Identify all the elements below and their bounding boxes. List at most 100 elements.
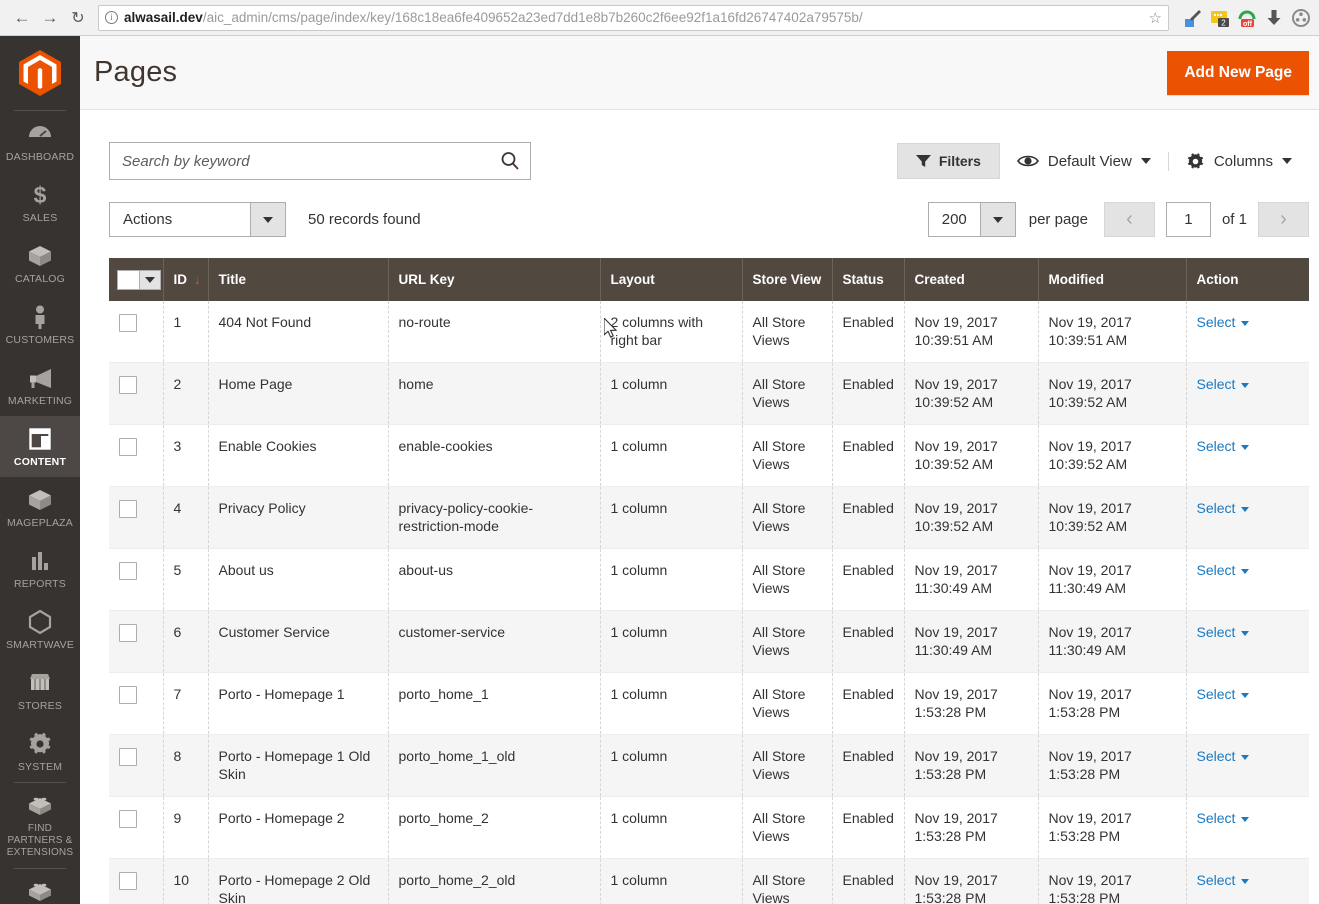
cell-url-key: privacy-policy-cookie-restriction-mode: [388, 486, 601, 549]
table-row[interactable]: 3 Enable Cookies enable-cookies 1 column All…: [109, 424, 1309, 487]
sidebar-item-label: MAGEPLAZA: [7, 517, 73, 529]
row-checkbox[interactable]: [119, 686, 137, 704]
row-checkbox-cell[interactable]: [109, 548, 164, 611]
select-all-checkbox[interactable]: [117, 269, 139, 290]
row-select-action[interactable]: Select: [1197, 810, 1236, 826]
row-checkbox[interactable]: [119, 810, 137, 828]
column-header-modified[interactable]: Modified: [1038, 258, 1187, 301]
actions-dropdown[interactable]: Actions: [109, 202, 286, 237]
sidebar-item-catalog[interactable]: CATALOG: [0, 233, 80, 294]
row-select-action[interactable]: Select: [1197, 376, 1236, 392]
table-row[interactable]: 4 Privacy Policy privacy-policy-cookie-res…: [109, 486, 1309, 549]
sidebar-item-reports[interactable]: REPORTS: [0, 538, 80, 599]
sidebar-item-mageplaza[interactable]: MAGEPLAZA: [0, 477, 80, 538]
chevron-down-icon[interactable]: [979, 203, 1015, 236]
row-select-action[interactable]: Select: [1197, 624, 1236, 640]
table-row[interactable]: 9 Porto - Homepage 2 porto_home_2 1 column A…: [109, 796, 1309, 859]
sidebar-item-content[interactable]: CONTENT: [0, 416, 80, 477]
row-checkbox-cell[interactable]: [109, 424, 164, 487]
site-info-icon[interactable]: i: [105, 11, 118, 24]
sidebar-item-find-partners-extensions[interactable]: FIND PARTNERS & EXTENSIONS: [0, 783, 80, 868]
row-select-action[interactable]: Select: [1197, 438, 1236, 454]
sidebar-item-smartwave[interactable]: SMARTWAVE: [0, 599, 80, 660]
row-checkbox-cell[interactable]: [109, 734, 164, 797]
table-row[interactable]: 7 Porto - Homepage 1 porto_home_1 1 column A…: [109, 672, 1309, 735]
cell-url-key: about-us: [388, 548, 601, 611]
sidebar-item-extension-bottom[interactable]: [0, 869, 80, 904]
columns-dropdown[interactable]: Columns: [1167, 151, 1309, 171]
sidebar-item-label: SMARTWAVE: [5, 639, 75, 651]
row-checkbox-cell[interactable]: [109, 672, 164, 735]
notes-extension-icon[interactable]: 2: [1210, 8, 1230, 28]
default-view-dropdown[interactable]: Default View: [1000, 153, 1168, 170]
row-select-action[interactable]: Select: [1197, 500, 1236, 516]
row-checkbox-cell[interactable]: [109, 362, 164, 425]
select-all-header[interactable]: [109, 258, 164, 301]
cell-layout: 1 column: [600, 734, 743, 797]
row-checkbox[interactable]: [119, 438, 137, 456]
sidebar-item-system[interactable]: SYSTEM: [0, 721, 80, 782]
sidebar-item-marketing[interactable]: MARKETING: [0, 355, 80, 416]
film-reel-extension-icon[interactable]: [1291, 8, 1311, 28]
row-checkbox[interactable]: [119, 624, 137, 642]
row-checkbox[interactable]: [119, 562, 137, 580]
row-checkbox[interactable]: [119, 748, 137, 766]
row-select-action[interactable]: Select: [1197, 686, 1236, 702]
row-checkbox[interactable]: [119, 872, 137, 890]
row-checkbox[interactable]: [119, 314, 137, 332]
row-checkbox[interactable]: [119, 500, 137, 518]
table-row[interactable]: 6 Customer Service customer-service 1 colum…: [109, 610, 1309, 673]
sidebar-item-customers[interactable]: CUSTOMERS: [0, 294, 80, 355]
row-checkbox-cell[interactable]: [109, 796, 164, 859]
back-icon[interactable]: ←: [8, 4, 36, 32]
row-checkbox-cell[interactable]: [109, 858, 164, 904]
address-bar[interactable]: i alwasail.dev/aic_admin/cms/page/index/…: [98, 4, 1169, 31]
column-header-store-view[interactable]: Store View: [742, 258, 833, 301]
column-header-title[interactable]: Title: [208, 258, 389, 301]
adblock-off-extension-icon[interactable]: off: [1237, 8, 1257, 28]
previous-page-button[interactable]: ‹: [1103, 202, 1155, 237]
page-number-input[interactable]: 1: [1165, 202, 1211, 237]
cell-id: 2: [163, 362, 209, 425]
column-header-id[interactable]: ID ↓: [163, 258, 209, 301]
table-row[interactable]: 5 About us about-us 1 column All Store Views…: [109, 548, 1309, 611]
column-header-created[interactable]: Created: [904, 258, 1039, 301]
row-checkbox[interactable]: [119, 376, 137, 394]
table-row[interactable]: 1 404 Not Found no-route 2 columns with rig…: [109, 301, 1309, 363]
brick-icon: [2, 793, 78, 819]
row-select-action[interactable]: Select: [1197, 562, 1236, 578]
row-checkbox-cell[interactable]: [109, 301, 164, 363]
forward-icon[interactable]: →: [36, 4, 64, 32]
row-checkbox-cell[interactable]: [109, 486, 164, 549]
table-row[interactable]: 8 Porto - Homepage 1 Old Skin porto_home_1…: [109, 734, 1309, 797]
row-select-action[interactable]: Select: [1197, 748, 1236, 764]
column-header-status[interactable]: Status: [832, 258, 905, 301]
view-controls: Filters Default View Columns: [896, 143, 1309, 179]
sidebar-item-sales[interactable]: $ SALES: [0, 172, 80, 233]
table-row[interactable]: 10 Porto - Homepage 2 Old Skin porto_home_…: [109, 858, 1309, 904]
row-checkbox-cell[interactable]: [109, 610, 164, 673]
cell-created: Nov 19, 2017 1:53:28 PM: [904, 672, 1039, 735]
search-icon[interactable]: [500, 151, 520, 171]
next-page-button[interactable]: ›: [1258, 202, 1309, 237]
chevron-down-icon[interactable]: [139, 269, 161, 290]
filters-button[interactable]: Filters: [896, 143, 1000, 179]
sidebar-item-stores[interactable]: STORES: [0, 660, 80, 721]
row-select-action[interactable]: Select: [1197, 872, 1236, 888]
star-icon[interactable]: ☆: [1149, 9, 1162, 27]
eyedropper-extension-icon[interactable]: [1183, 8, 1203, 28]
add-new-page-button[interactable]: Add New Page: [1167, 50, 1309, 95]
column-header-layout[interactable]: Layout: [600, 258, 743, 301]
download-icon[interactable]: [1264, 8, 1284, 28]
per-page-dropdown[interactable]: 200: [927, 202, 1016, 237]
search-input[interactable]: [122, 152, 500, 170]
sidebar-item-dashboard[interactable]: DASHBOARD: [0, 111, 80, 172]
default-view-label: Default View: [1047, 152, 1132, 170]
search-box[interactable]: [109, 142, 531, 180]
magento-logo[interactable]: [0, 36, 80, 110]
column-header-url-key[interactable]: URL Key: [388, 258, 601, 301]
table-row[interactable]: 2 Home Page home 1 column All Store Views Ena…: [109, 362, 1309, 425]
chevron-down-icon[interactable]: [250, 203, 285, 236]
reload-icon[interactable]: ↻: [64, 4, 92, 32]
row-select-action[interactable]: Select: [1197, 314, 1236, 330]
